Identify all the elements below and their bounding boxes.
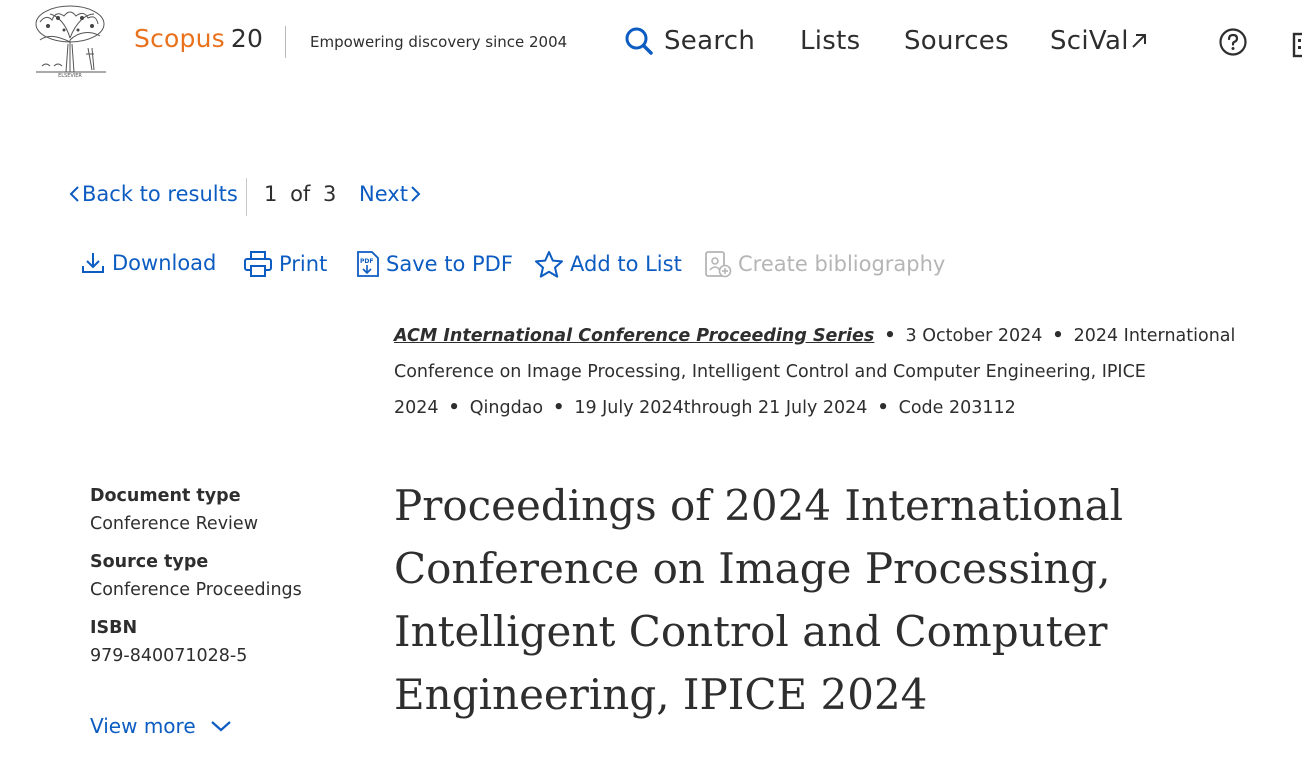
bibliography-icon — [705, 251, 732, 278]
print-icon — [244, 251, 272, 277]
external-arrow-icon — [1132, 34, 1146, 48]
back-to-results-link[interactable]: Back to results — [68, 182, 238, 206]
elsevier-tree-logo[interactable]: ELSEVIER — [28, 4, 112, 78]
isbn-label: ISBN — [90, 618, 138, 638]
brand-number: 20 — [230, 24, 264, 53]
separator-dot: • — [553, 398, 565, 418]
result-current: 1 — [264, 182, 278, 206]
pdf-icon: PDF — [357, 251, 379, 277]
add-to-list-label: Add to List — [570, 252, 682, 276]
publication-date: 3 October 2024 — [905, 326, 1043, 346]
source-meta: ACM International Conference Proceeding … — [394, 318, 1254, 426]
nav-search[interactable]: Search — [624, 26, 755, 56]
separator-dot: • — [884, 326, 896, 346]
source-type-value: Conference Proceedings — [90, 580, 302, 600]
download-icon — [82, 253, 104, 273]
separator-dot: • — [877, 398, 889, 418]
chevron-left-icon — [69, 186, 79, 202]
nav-scival[interactable]: SciVal — [1050, 26, 1149, 56]
search-icon — [625, 27, 653, 55]
star-icon — [535, 251, 563, 278]
print-label: Print — [279, 252, 328, 276]
nav-scival-label: SciVal — [1050, 26, 1129, 56]
separator-dot: • — [1052, 326, 1064, 346]
svg-text:ELSEVIER: ELSEVIER — [58, 73, 82, 78]
nav-sources[interactable]: Sources — [904, 26, 1009, 56]
document-details: Document type Conference Review Source t… — [90, 486, 350, 684]
help-icon[interactable] — [1219, 28, 1247, 56]
source-series-link[interactable]: ACM International Conference Proceeding … — [394, 326, 874, 346]
create-bibliography-button[interactable]: Create bibliography — [704, 250, 945, 278]
chevron-down-icon — [210, 721, 231, 732]
header-divider — [285, 26, 286, 58]
back-to-results-label: Back to results — [82, 182, 238, 206]
brand-wordmark[interactable]: Scopus 20 — [134, 24, 263, 53]
download-label: Download — [112, 251, 217, 275]
next-result-link[interactable]: Next — [359, 182, 422, 206]
nav-lists[interactable]: Lists — [800, 26, 861, 56]
separator-dot: • — [448, 398, 460, 418]
svg-text:PDF: PDF — [360, 258, 373, 265]
conference-location: Qingdao — [469, 398, 544, 418]
isbn-value: 979-840071028-5 — [90, 646, 248, 666]
results-nav-divider — [246, 178, 247, 216]
print-button[interactable]: Print — [243, 250, 327, 278]
download-button[interactable]: Download — [80, 250, 216, 276]
nav-search-label: Search — [664, 26, 756, 56]
next-result-label: Next — [359, 182, 408, 206]
view-more-label: View more — [90, 714, 196, 738]
save-to-pdf-label: Save to PDF — [386, 252, 513, 276]
document-type-label: Document type — [90, 486, 241, 506]
result-of: of — [290, 182, 311, 206]
institution-icon[interactable] — [1290, 28, 1302, 58]
document-title: Proceedings of 2024 International Confer… — [394, 481, 1124, 719]
result-counter: 1 of 3 — [264, 182, 342, 206]
result-total: 3 — [323, 182, 337, 206]
chevron-right-icon — [411, 186, 421, 202]
save-to-pdf-button[interactable]: PDF Save to PDF — [356, 250, 513, 278]
conference-code: Code 203112 — [898, 398, 1016, 418]
create-bibliography-label: Create bibliography — [738, 252, 946, 276]
document-type-value: Conference Review — [90, 514, 259, 534]
brand-name: Scopus — [134, 24, 225, 53]
view-more-button[interactable]: View more — [90, 714, 232, 738]
conference-dates: 19 July 2024through 21 July 2024 — [574, 398, 868, 418]
tagline: Empowering discovery since 2004 — [310, 33, 568, 51]
source-type-label: Source type — [90, 552, 209, 572]
top-header: ELSEVIER Scopus 20 Empowering discovery s… — [0, 0, 1302, 90]
add-to-list-button[interactable]: Add to List — [534, 250, 682, 278]
